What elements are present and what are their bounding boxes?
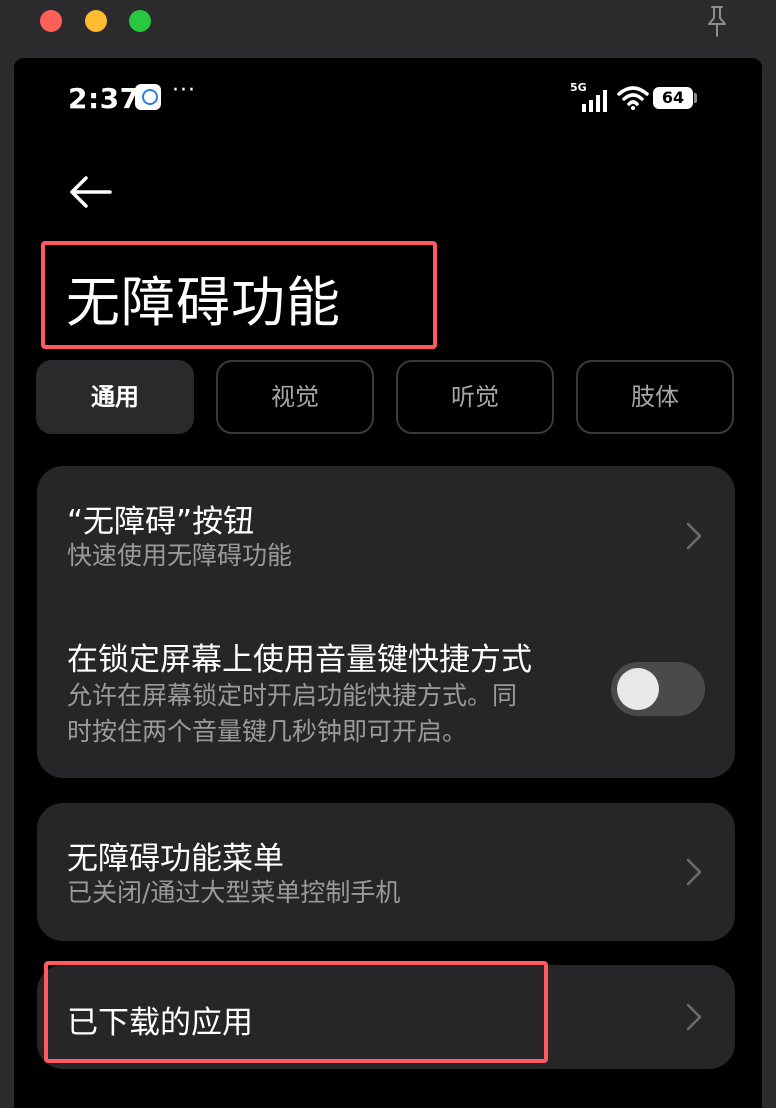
accessibility-menu-row[interactable]: 无障碍功能菜单 已关闭/通过大型菜单控制手机 (37, 803, 735, 941)
lock-screen-shortcut-toggle[interactable] (611, 662, 705, 716)
chevron-right-icon (686, 522, 702, 550)
lock-screen-shortcut-subtitle-2: 时按住两个音量键几秒钟即可开启。 (67, 717, 468, 746)
settings-card-menu: 无障碍功能菜单 已关闭/通过大型菜单控制手机 (37, 803, 735, 941)
accessibility-button-subtitle: 快速使用无障碍功能 (67, 541, 293, 570)
lock-screen-shortcut-title: 在锁定屏幕上使用音量键快捷方式 (67, 642, 532, 678)
downloaded-apps-title: 已下载的应用 (67, 1005, 253, 1041)
accessibility-button-row[interactable]: “无障碍”按钮 快速使用无障碍功能 (37, 466, 735, 604)
battery-icon (694, 93, 697, 103)
close-window-button[interactable] (40, 10, 62, 32)
pin-icon[interactable] (704, 4, 730, 38)
more-notifications-icon: ··· (172, 78, 196, 103)
category-tabs: 通用 视觉 听觉 肢体 (36, 360, 736, 434)
chevron-right-icon (686, 1003, 702, 1031)
battery-level: 64 (653, 87, 693, 109)
settings-card-shortcuts: “无障碍”按钮 快速使用无障碍功能 在锁定屏幕上使用音量键快捷方式 允许在屏幕锁… (37, 466, 735, 778)
toggle-knob (617, 668, 659, 710)
wifi-icon (617, 86, 649, 110)
settings-card-downloaded: 已下载的应用 (37, 965, 735, 1069)
minimize-window-button[interactable] (85, 10, 107, 32)
tab-general[interactable]: 通用 (36, 360, 194, 434)
accessibility-menu-subtitle: 已关闭/通过大型菜单控制手机 (67, 878, 401, 907)
tab-physical[interactable]: 肢体 (576, 360, 734, 434)
signal-icon (582, 90, 607, 112)
app-notification-icon (135, 84, 161, 110)
accessibility-menu-title: 无障碍功能菜单 (67, 841, 284, 877)
downloaded-apps-row[interactable]: 已下载的应用 (37, 965, 735, 1069)
phone-screen: 2:37 ··· 5G 64 无障碍功能 通用 视觉 听觉 肢体 “无障碍”按钮… (14, 58, 762, 1108)
status-icons: 5G 64 (570, 80, 710, 114)
window-titlebar (0, 0, 776, 52)
lock-screen-shortcut-subtitle-1: 允许在屏幕锁定时开启功能快捷方式。同 (67, 681, 518, 710)
tab-hearing[interactable]: 听觉 (396, 360, 554, 434)
lock-screen-shortcut-row: 在锁定屏幕上使用音量键快捷方式 允许在屏幕锁定时开启功能快捷方式。同 时按住两个… (37, 604, 735, 778)
status-time: 2:37 (68, 82, 140, 115)
maximize-window-button[interactable] (129, 10, 151, 32)
tab-vision[interactable]: 视觉 (216, 360, 374, 434)
page-title: 无障碍功能 (66, 271, 341, 334)
accessibility-button-title: “无障碍”按钮 (67, 504, 255, 540)
back-arrow-icon[interactable] (66, 172, 114, 212)
chevron-right-icon (686, 858, 702, 886)
